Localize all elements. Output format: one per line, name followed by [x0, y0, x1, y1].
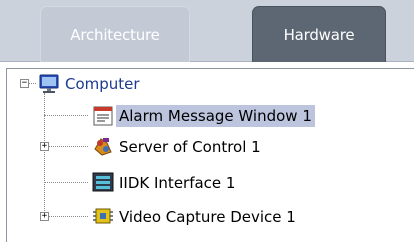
expand-icon[interactable]: +	[40, 142, 49, 151]
tab-hardware[interactable]: Hardware	[252, 6, 386, 62]
video-capture-chip-icon	[93, 208, 113, 224]
tree-item-label: Alarm Message Window 1	[116, 105, 315, 127]
tree-item-label: Computer	[65, 75, 140, 93]
hardware-tree: − Computer Alarm Message Window 1 + Serv…	[6, 68, 414, 242]
tree-item-label: Server of Control 1	[119, 138, 261, 156]
tab-architecture[interactable]: Architecture	[40, 6, 190, 62]
tab-bar: Architecture Hardware	[0, 0, 414, 62]
interface-icon	[92, 172, 114, 192]
tree-item-server-of-control[interactable]: + Server of Control 1	[7, 134, 407, 160]
collapse-icon[interactable]: −	[20, 79, 29, 88]
server-control-icon	[94, 138, 112, 156]
tree-item-label: IIDK Interface 1	[119, 174, 236, 192]
tree-item-video-capture-device[interactable]: + Video Capture Device 1	[7, 204, 407, 230]
computer-monitor-icon	[39, 74, 59, 93]
tree-item-iidk-interface[interactable]: IIDK Interface 1	[7, 170, 407, 196]
tree-item-alarm-message-window[interactable]: Alarm Message Window 1	[7, 103, 407, 129]
tree-item-computer[interactable]: − Computer	[7, 71, 407, 97]
alarm-window-icon	[93, 106, 113, 126]
tab-architecture-label: Architecture	[70, 25, 160, 44]
expand-icon[interactable]: +	[40, 212, 49, 221]
tab-hardware-label: Hardware	[283, 25, 355, 44]
tree-item-label: Video Capture Device 1	[119, 208, 296, 226]
